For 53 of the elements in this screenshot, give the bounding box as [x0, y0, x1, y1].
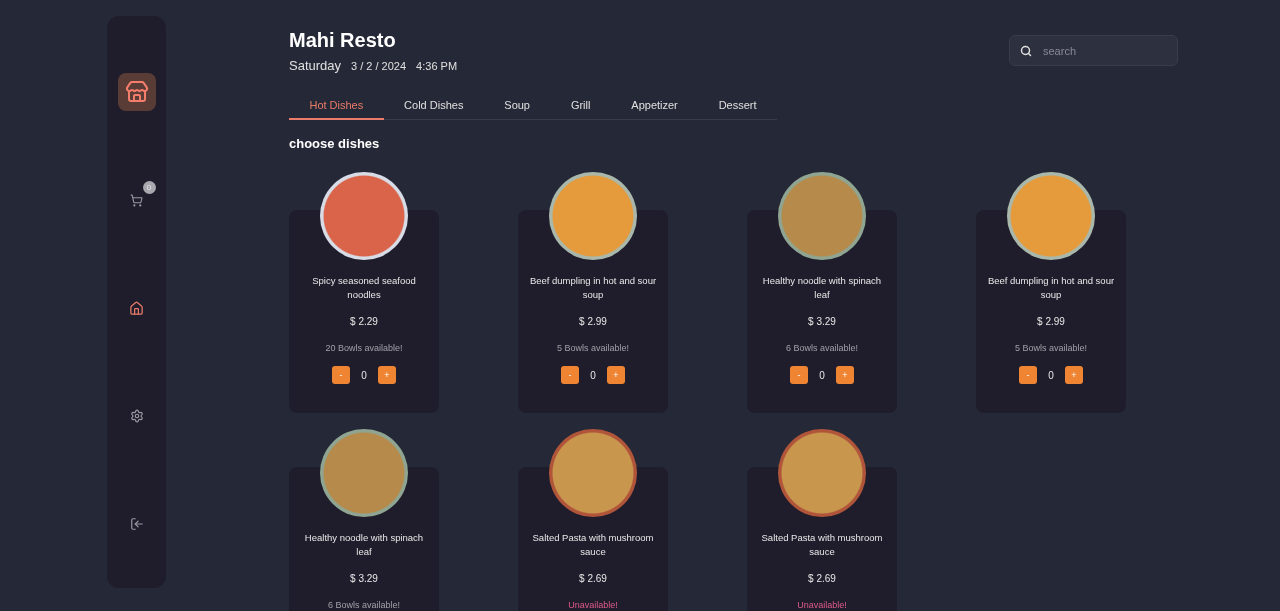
availability-text: Unavailable! — [797, 600, 847, 610]
dish-price: $ 3.29 — [350, 573, 378, 584]
category-tab[interactable]: Cold Dishes — [383, 99, 484, 120]
decrease-button[interactable]: - — [561, 366, 579, 384]
dish-price: $ 3.29 — [808, 316, 836, 327]
dish-price: $ 2.69 — [808, 573, 836, 584]
dish-name: Spicy seasoned seafood noodles — [311, 274, 417, 302]
availability-text: 5 Bowls available! — [1014, 343, 1087, 353]
store-icon — [124, 80, 149, 104]
search-field[interactable]: search — [1009, 35, 1178, 66]
increase-button[interactable]: + — [1065, 366, 1083, 384]
dish-name: Beef dumpling in hot and sour soup — [986, 274, 1116, 302]
decrease-button[interactable]: - — [332, 366, 350, 384]
category-tab[interactable]: Grill — [550, 99, 611, 120]
dish-name: Beef dumpling in hot and sour soup — [528, 274, 658, 302]
availability-text: 20 Bowls available! — [325, 343, 403, 353]
category-tab[interactable]: Dessert — [698, 99, 777, 120]
quantity-text: 0 — [1047, 369, 1055, 381]
dish-name: Salted Pasta with mushroom sauce — [531, 531, 655, 559]
cart-icon — [130, 193, 143, 207]
category-tab[interactable]: Hot Dishes — [289, 99, 384, 120]
availability-text: 6 Bowls available! — [327, 600, 400, 610]
increase-button[interactable]: + — [836, 366, 854, 384]
dish-price: $ 2.29 — [350, 316, 378, 327]
home-nav-button[interactable] — [127, 299, 146, 317]
restaurant-title: Mahi Resto — [289, 28, 397, 52]
section-title: choose dishes — [289, 136, 381, 151]
quantity-text: 0 — [360, 369, 368, 381]
dish-name: Healthy noodle with spinach leaf — [761, 274, 883, 302]
availability-text: 6 Bowls available! — [785, 343, 858, 353]
dish-price: $ 2.99 — [579, 316, 607, 327]
dish-price: $ 2.69 — [579, 573, 607, 584]
increase-button[interactable]: + — [607, 366, 625, 384]
logo[interactable] — [117, 73, 156, 111]
search-icon — [1020, 45, 1032, 57]
dish-name: Healthy noodle with spinach leaf — [303, 531, 425, 559]
dish-price: $ 2.99 — [1037, 316, 1065, 327]
dish-name: Salted Pasta with mushroom sauce — [760, 531, 884, 559]
category-tab[interactable]: Appetizer — [610, 99, 699, 120]
settings-icon — [129, 409, 144, 423]
availability-text: Unavailable! — [568, 600, 618, 610]
quantity-text: 0 — [589, 369, 597, 381]
category-tab[interactable]: Soup — [483, 99, 551, 120]
door-arrow-icon — [129, 517, 144, 531]
decrease-button[interactable]: - — [790, 366, 808, 384]
availability-text: 5 Bowls available! — [556, 343, 629, 353]
quantity-text: 0 — [818, 369, 826, 381]
decrease-button[interactable]: - — [1019, 366, 1037, 384]
day-text: Saturday — [289, 58, 342, 73]
home-icon — [129, 300, 144, 316]
increase-button[interactable]: + — [378, 366, 396, 384]
time-text: 4:36 PM — [416, 60, 458, 72]
date-text: 3 / 2 / 2024 — [351, 60, 407, 72]
